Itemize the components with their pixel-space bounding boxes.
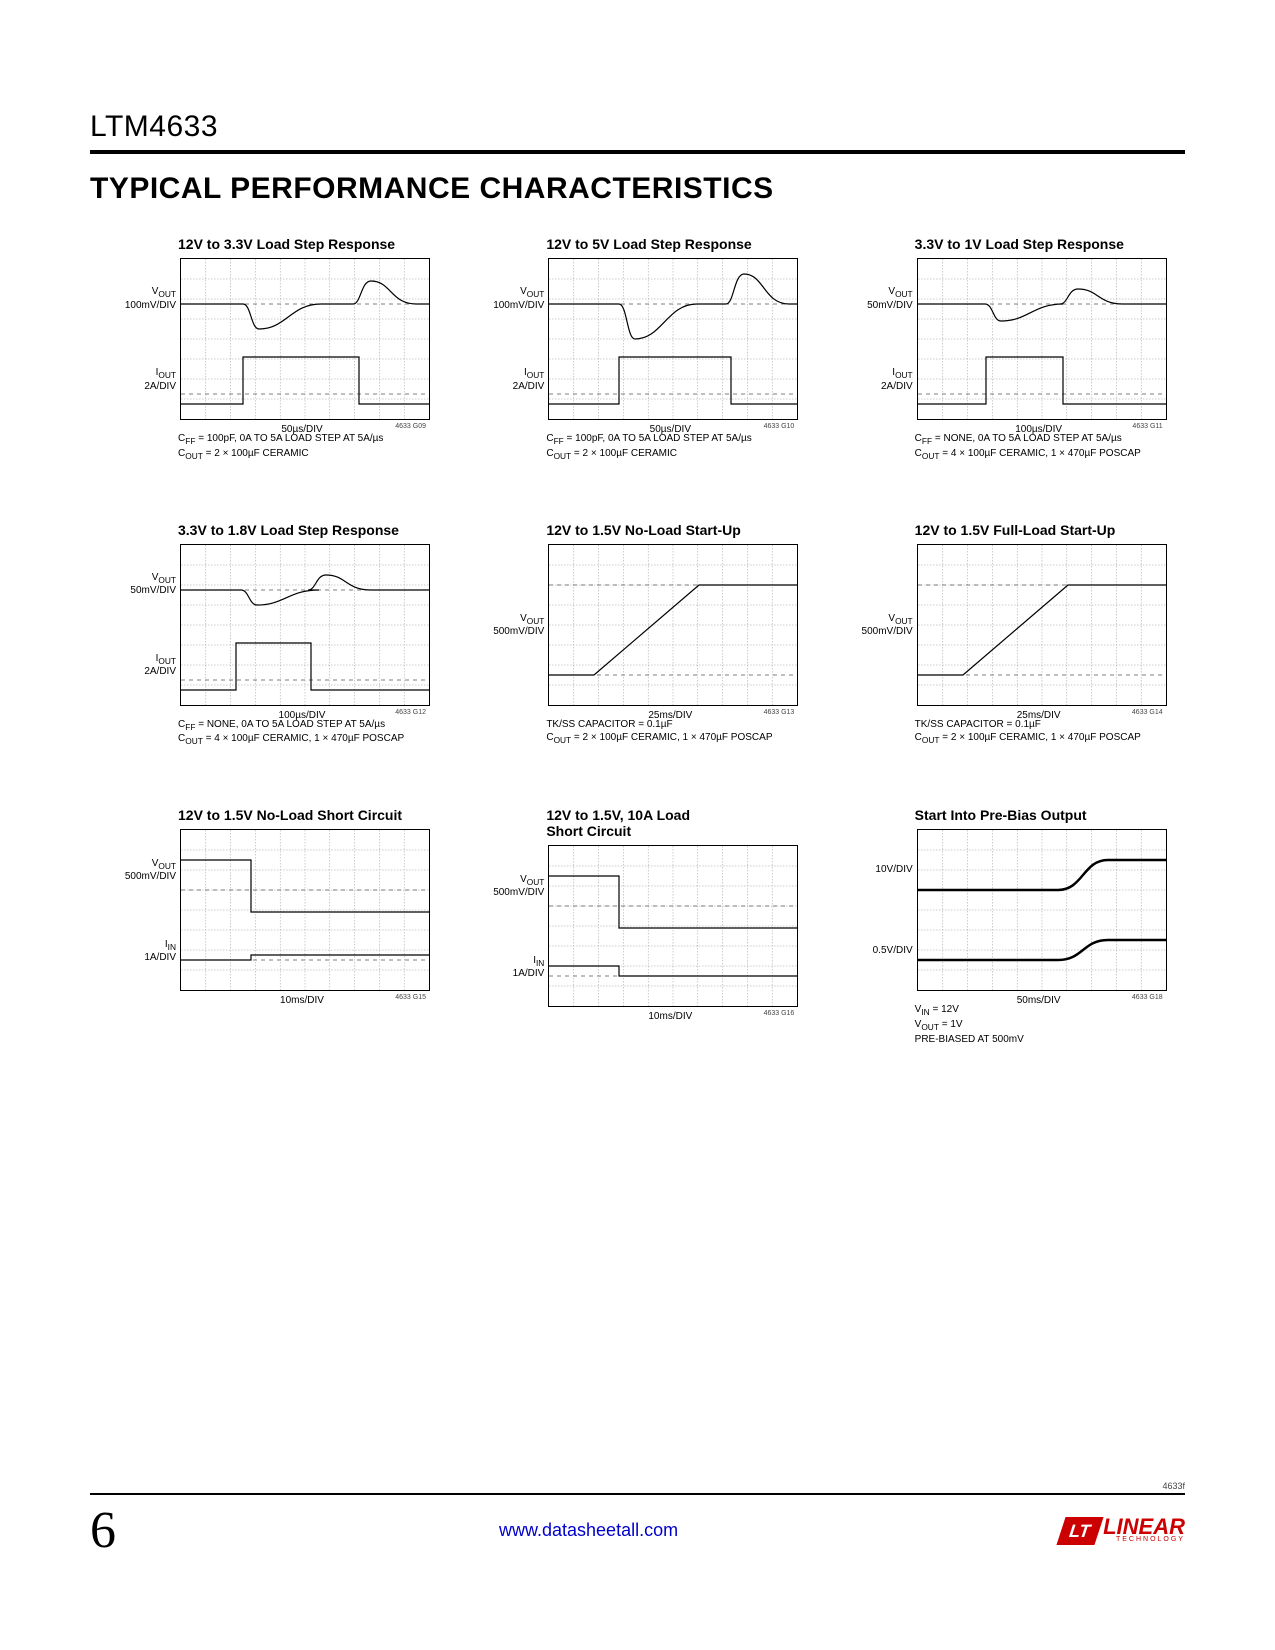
- chart-title: 3.3V to 1.8V Load Step Response: [178, 522, 440, 538]
- chart-1: 12V to 5V Load Step Response VOUT100mV/DI…: [488, 236, 808, 462]
- chart-caption: VIN = 12VVOUT = 1VPRE-BIASED AT 500mV: [915, 1003, 1175, 1046]
- chart-title: 3.3V to 1V Load Step Response: [915, 236, 1177, 252]
- scope-plot: [180, 258, 430, 420]
- y-axis-labels: 10V/DIV0.5V/DIV: [857, 829, 917, 991]
- scope-plot: [917, 258, 1167, 420]
- scope-plot: [180, 544, 430, 706]
- scope-plot: [180, 829, 430, 991]
- chart-caption: CFF = 100pF, 0A TO 5A LOAD STEP AT 5A/µs…: [178, 432, 438, 462]
- chart-title: 12V to 5V Load Step Response: [546, 236, 808, 252]
- chart-caption: TK/SS CAPACITOR = 0.1µFCOUT = 2 × 100µF …: [915, 718, 1175, 746]
- y-axis-labels: VOUT500mV/DIV: [488, 544, 548, 706]
- chart-caption: CFF = 100pF, 0A TO 5A LOAD STEP AT 5A/µs…: [546, 432, 806, 462]
- chart-title: 12V to 3.3V Load Step Response: [178, 236, 440, 252]
- y-axis-labels: VOUT50mV/DIVIOUT2A/DIV: [857, 258, 917, 420]
- chart-0: 12V to 3.3V Load Step Response VOUT100mV/…: [120, 236, 440, 462]
- charts-grid: 12V to 3.3V Load Step Response VOUT100mV/…: [90, 236, 1185, 1046]
- chart-title: 12V to 1.5V No-Load Start-Up: [546, 522, 808, 538]
- scope-plot: [548, 258, 798, 420]
- y-axis-labels: VOUT500mV/DIV: [857, 544, 917, 706]
- chart-caption: TK/SS CAPACITOR = 0.1µFCOUT = 2 × 100µF …: [546, 718, 806, 746]
- y-axis-labels: VOUT100mV/DIVIOUT2A/DIV: [120, 258, 180, 420]
- chart-7: 12V to 1.5V, 10A LoadShort Circuit VOUT50…: [488, 807, 808, 1046]
- y-axis-labels: VOUT100mV/DIVIOUT2A/DIV: [488, 258, 548, 420]
- scope-plot: [548, 845, 798, 1007]
- y-axis-labels: VOUT500mV/DIVIIN1A/DIV: [120, 829, 180, 991]
- chart-8: Start Into Pre-Bias Output 10V/DIV0.5V/DI…: [857, 807, 1177, 1046]
- chart-4: 12V to 1.5V No-Load Start-Up VOUT500mV/DI…: [488, 522, 808, 748]
- logo-brand: LINEAR: [1103, 1518, 1185, 1536]
- doc-revision: 4633f: [90, 1481, 1185, 1495]
- lt-mark-icon: LT: [1057, 1517, 1104, 1545]
- chart-5: 12V to 1.5V Full-Load Start-Up VOUT500mV/…: [857, 522, 1177, 748]
- scope-plot: [917, 544, 1167, 706]
- logo-subtext: TECHNOLOGY: [1103, 1536, 1185, 1543]
- scope-plot: [548, 544, 798, 706]
- chart-title: 12V to 1.5V Full-Load Start-Up: [915, 522, 1177, 538]
- chart-caption: CFF = NONE, 0A TO 5A LOAD STEP AT 5A/µsC…: [915, 432, 1175, 462]
- section-title: TYPICAL PERFORMANCE CHARACTERISTICS: [90, 172, 1185, 206]
- chart-2: 3.3V to 1V Load Step Response VOUT50mV/DI…: [857, 236, 1177, 462]
- chart-title: 12V to 1.5V No-Load Short Circuit: [178, 807, 440, 823]
- chart-3: 3.3V to 1.8V Load Step Response VOUT50mV/…: [120, 522, 440, 748]
- chart-6: 12V to 1.5V No-Load Short Circuit VOUT500…: [120, 807, 440, 1046]
- y-axis-labels: VOUT50mV/DIVIOUT2A/DIV: [120, 544, 180, 706]
- page-number: 6: [90, 1501, 116, 1560]
- footer-link[interactable]: www.datasheetall.com: [499, 1520, 678, 1541]
- linear-technology-logo: LT LINEAR TECHNOLOGY: [1061, 1517, 1185, 1545]
- chart-title: Start Into Pre-Bias Output: [915, 807, 1177, 823]
- chart-caption: CFF = NONE, 0A TO 5A LOAD STEP AT 5A/µsC…: [178, 718, 438, 748]
- scope-plot: [917, 829, 1167, 991]
- part-number: LTM4633: [90, 90, 1185, 154]
- y-axis-labels: VOUT500mV/DIVIIN1A/DIV: [488, 845, 548, 1007]
- chart-title: 12V to 1.5V, 10A LoadShort Circuit: [546, 807, 808, 839]
- page-footer: 4633f 6 www.datasheetall.com LT LINEAR T…: [90, 1481, 1185, 1560]
